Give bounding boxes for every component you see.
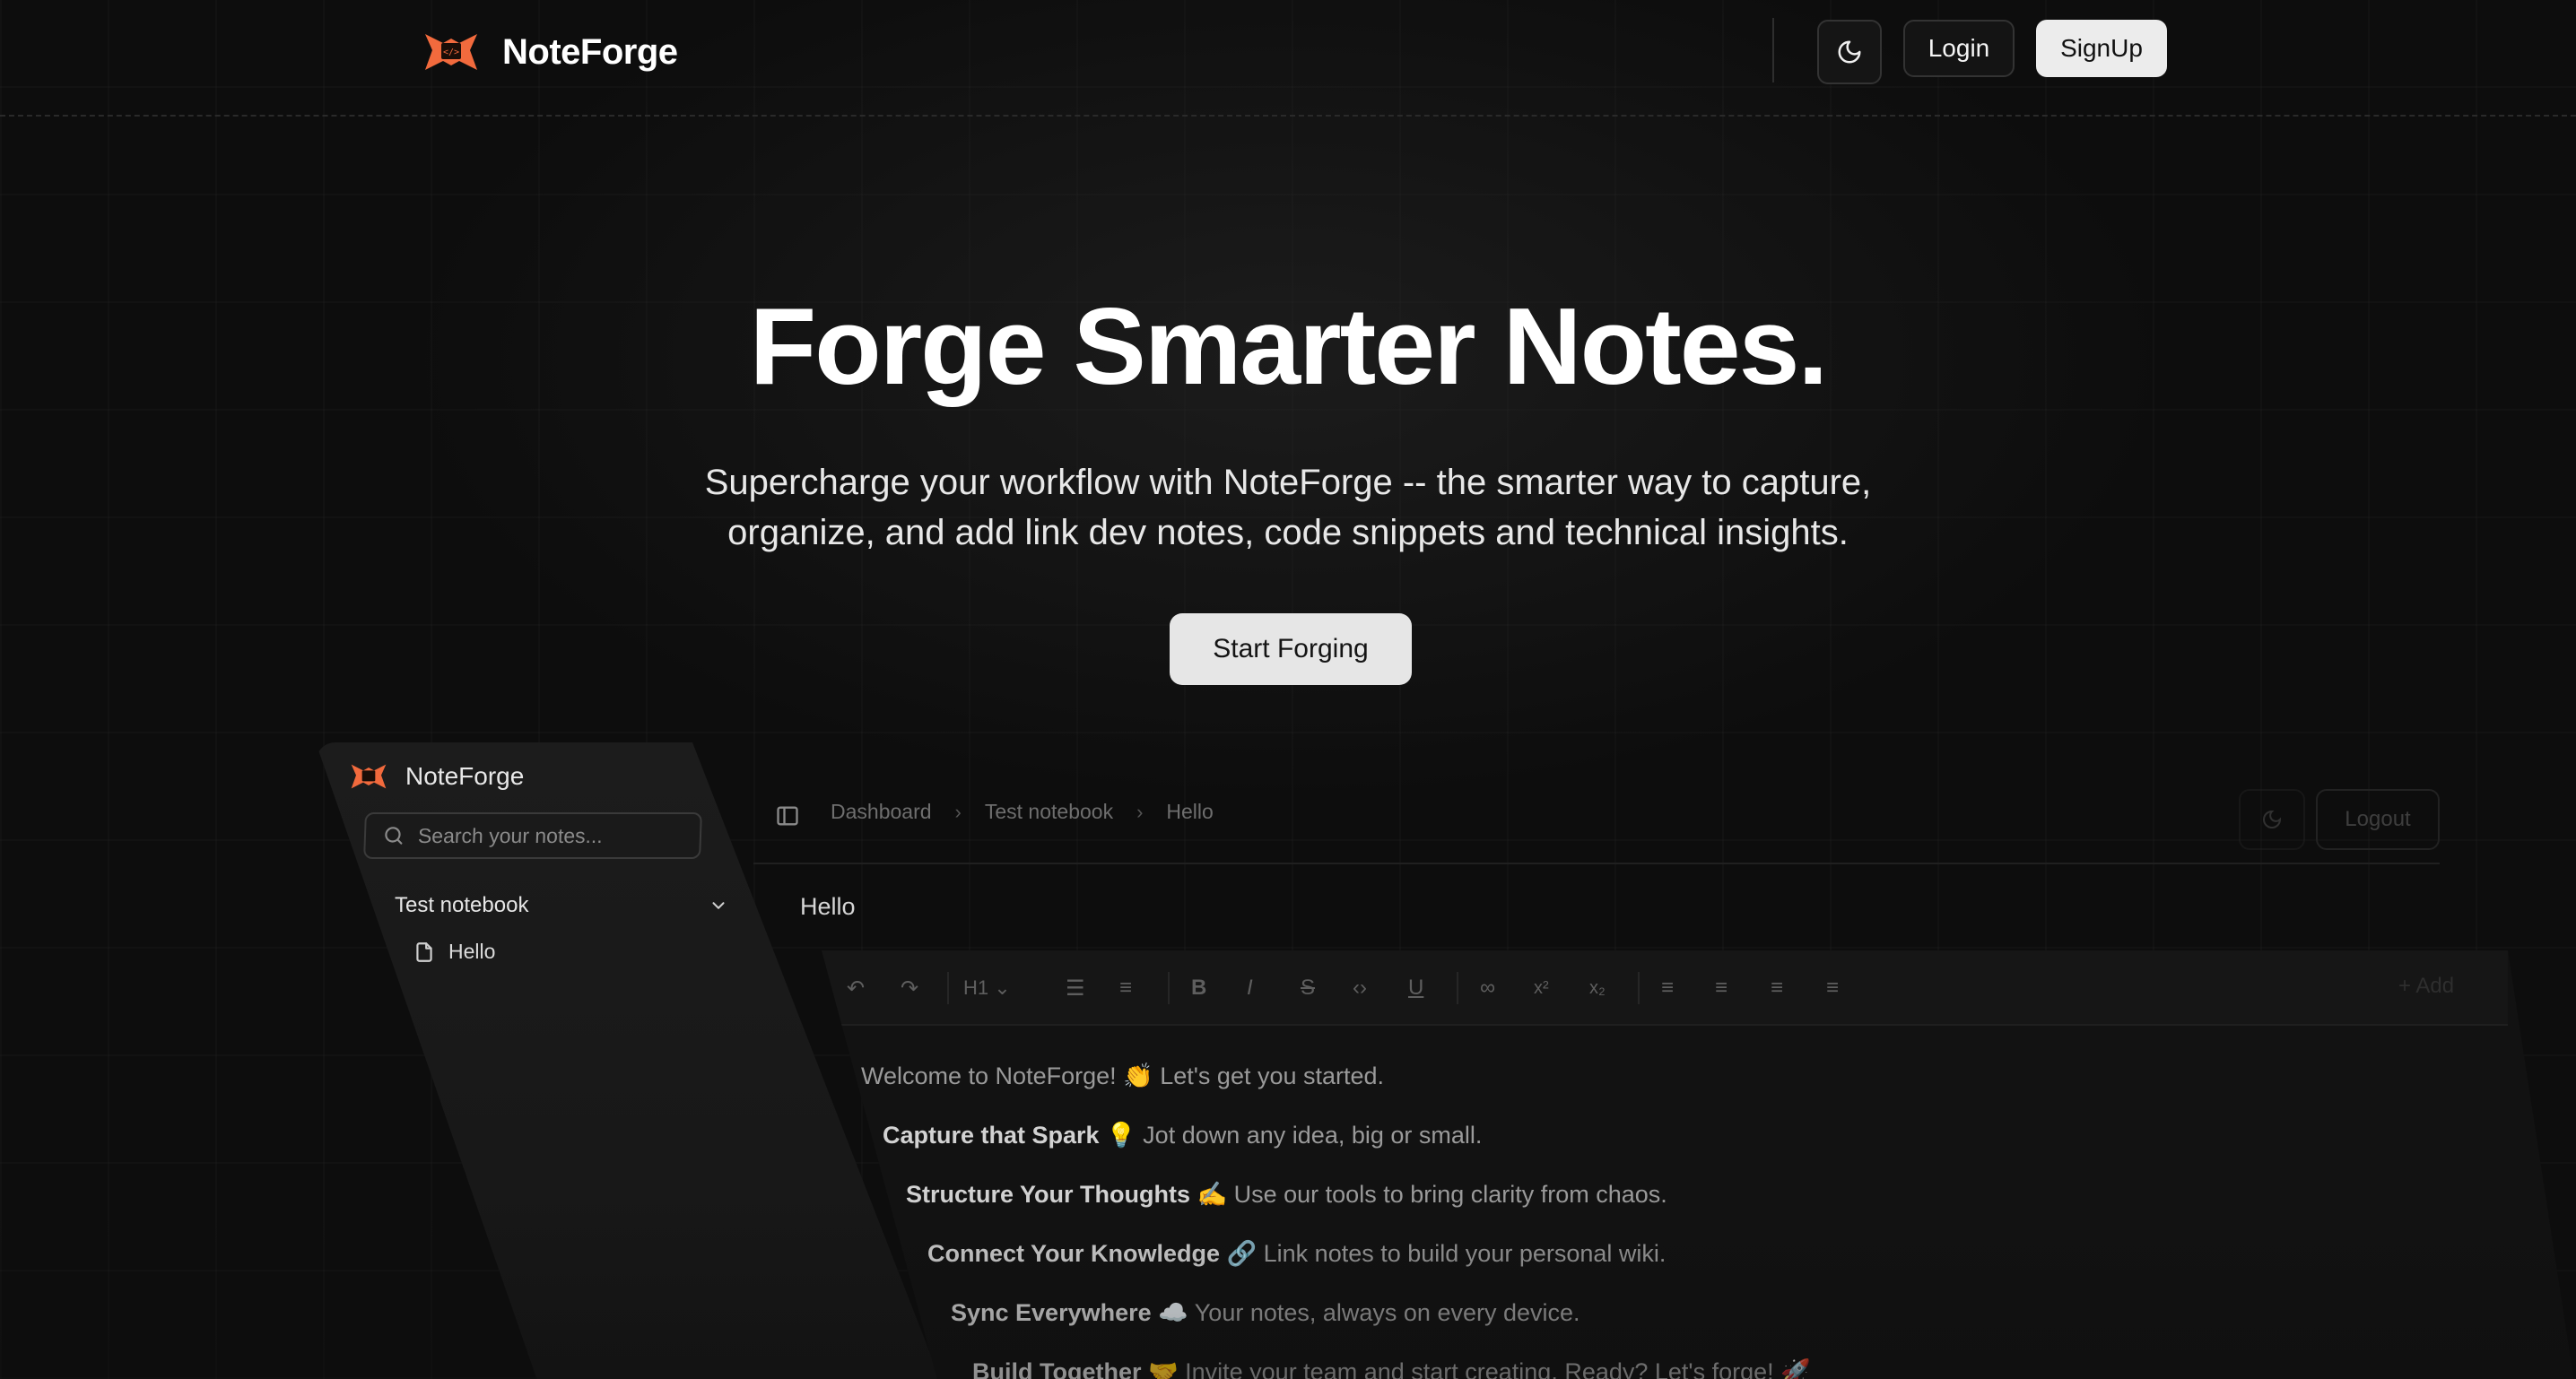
brand[interactable]: </> NoteForge [423,30,678,74]
sidebar-note-item[interactable]: Hello [413,940,495,964]
heading-label: H1 [963,976,989,999]
breadcrumb-notebook[interactable]: Test notebook [985,800,1113,824]
align-justify-icon[interactable]: ≡ [1826,974,1839,1002]
code-icon[interactable]: ‹› [1353,974,1367,1002]
preview-brand: NoteForge [348,762,524,791]
chevron-down-icon [712,902,725,909]
preview-main: Dashboard › Test notebook › Hello Logout… [753,744,2576,1379]
content-line: Build Together 🤝 Invite your team and st… [972,1357,1811,1379]
strikethrough-icon[interactable]: S [1301,974,1315,1002]
start-forging-button[interactable]: Start Forging [1170,613,1412,685]
search-placeholder: Search your notes... [417,823,604,847]
content-line: Capture that Spark 💡 Jot down any idea, … [883,1121,1482,1149]
editor-toolbar: ↶ ↷ H1 ⌄ ☰ ≡ B I S ‹› U ∞ x² x₂ ≡ ≡ ≡ ≡ … [822,950,2508,1026]
content-text: 🔗 Link notes to build your personal wiki… [1220,1240,1667,1267]
align-right-icon[interactable]: ≡ [1771,974,1783,1002]
content-bold: Build Together [972,1358,1142,1379]
subscript-icon[interactable]: x₂ [1589,974,1606,1002]
content-line: Sync Everywhere ☁️ Your notes, always on… [951,1298,1580,1327]
link-icon[interactable]: ∞ [1480,974,1495,1002]
content-line: Structure Your Thoughts ✍️ Use our tools… [906,1180,1667,1209]
content-line: Connect Your Knowledge 🔗 Link notes to b… [927,1239,1666,1268]
redo-icon[interactable]: ↷ [901,974,918,1002]
sidebar-toggle-icon[interactable] [775,803,800,828]
content-bold: Structure Your Thoughts [906,1181,1190,1208]
noteforge-logo-icon [348,762,389,791]
toolbar-divider [1638,972,1640,1004]
note-label: Hello [448,940,496,963]
preview-theme-button[interactable] [2239,789,2305,850]
content-line: Welcome to NoteForge! 👏 Let's get you st… [861,1062,1385,1089]
add-button[interactable]: + Add [2398,974,2454,999]
preview-logout-button[interactable]: Logout [2316,789,2440,850]
signup-button[interactable]: SignUp [2036,20,2167,77]
note-title[interactable]: Hello [800,893,856,921]
breadcrumb-dashboard[interactable]: Dashboard [831,800,932,824]
content-bold: Capture that Spark [883,1122,1100,1149]
top-navbar: </> NoteForge Login SignUp [0,0,2576,117]
bullet-list-icon[interactable]: ☰ [1066,974,1085,1002]
svg-text:</>: </> [443,48,459,57]
superscript-icon[interactable]: x² [1534,974,1549,1002]
hero-subtitle: Supercharge your workflow with NoteForge… [660,457,1916,558]
content-text: 🤝 Invite your team and start creating. R… [1141,1358,1811,1379]
content-text: ✍️ Use our tools to bring clarity from c… [1190,1181,1667,1208]
preview-search-input[interactable]: Search your notes... [363,812,702,859]
ordered-list-icon[interactable]: ≡ [1119,974,1132,1002]
preview-header: Dashboard › Test notebook › Hello Logout [753,744,2440,864]
sidebar-notebook-item[interactable]: Test notebook [395,893,728,918]
content-bold: Sync Everywhere [951,1299,1152,1326]
hero-subtitle-line: Supercharge your workflow with NoteForge… [704,463,1872,502]
underline-icon[interactable]: U [1408,974,1423,1002]
undo-icon[interactable]: ↶ [847,974,865,1002]
noteforge-logo-icon: </> [423,30,479,74]
heading-dropdown[interactable]: H1 ⌄ [963,974,1011,1002]
content-text: ☁️ Your notes, always on every device. [1151,1299,1580,1326]
breadcrumb-note: Hello [1166,800,1214,823]
toolbar-divider [1168,972,1170,1004]
chevron-right-icon: › [954,800,962,823]
theme-toggle-button[interactable] [1817,20,1882,84]
notebook-label: Test notebook [395,893,529,917]
file-icon [416,941,432,962]
nav-divider [1772,18,1774,82]
content-bold: Connect Your Knowledge [927,1240,1221,1267]
moon-icon [2263,810,2282,828]
align-left-icon[interactable]: ≡ [1661,974,1674,1002]
toolbar-divider [1457,972,1458,1004]
moon-icon [1838,40,1861,64]
note-editor[interactable]: ↶ ↷ H1 ⌄ ☰ ≡ B I S ‹› U ∞ x² x₂ ≡ ≡ ≡ ≡ … [822,950,2576,1379]
login-button[interactable]: Login [1903,20,2015,77]
align-center-icon[interactable]: ≡ [1715,974,1727,1002]
preview-brand-name: NoteForge [405,762,525,790]
italic-icon[interactable]: I [1247,974,1253,1002]
hero-subtitle-line: organize, and add link dev notes, code s… [727,513,1849,552]
toolbar-divider [947,972,949,1004]
search-icon [385,827,403,845]
bold-icon[interactable]: B [1191,974,1206,1002]
content-text: 💡 Jot down any idea, big or small. [1099,1122,1483,1149]
chevron-right-icon: › [1136,800,1144,823]
brand-name: NoteForge [502,31,678,72]
breadcrumb: Dashboard › Test notebook › Hello [831,800,1214,824]
hero-title: Forge Smarter Notes. [749,285,1829,407]
